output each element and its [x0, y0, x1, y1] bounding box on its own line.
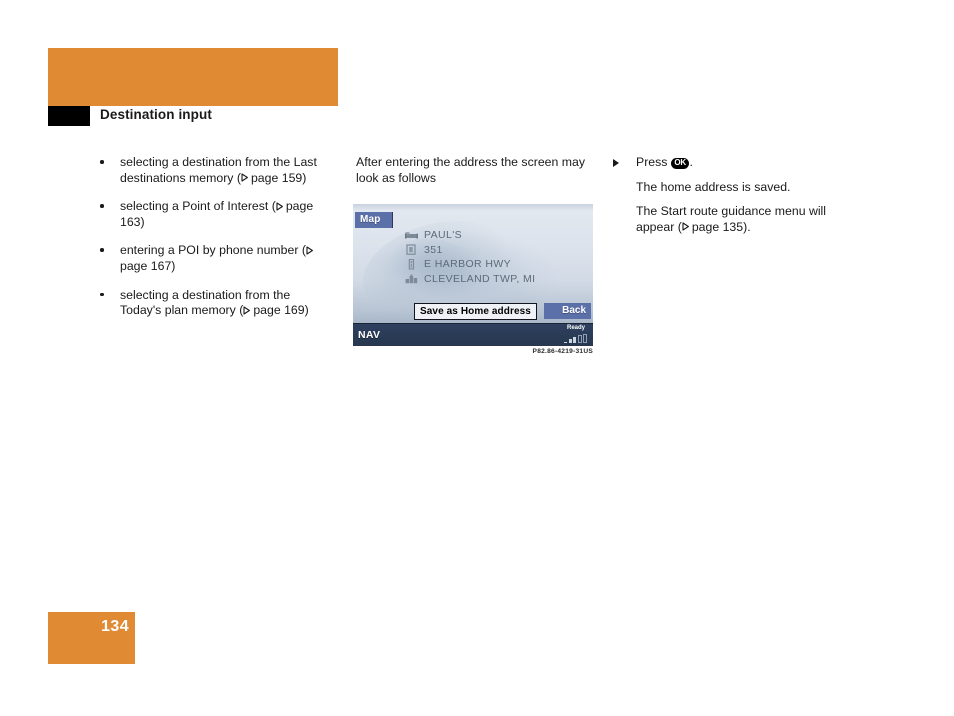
- address-row-name: PAUL'S: [405, 228, 585, 242]
- figure-caption: P82.86-4219-31US: [532, 348, 593, 355]
- address-row-number: 351: [405, 243, 585, 257]
- page-ref-link[interactable]: page 159: [251, 171, 302, 185]
- note-paragraph: The Start route guidance menu will appea…: [613, 204, 853, 235]
- signal-bar: [568, 339, 572, 343]
- left-column: selecting a destination from the Last de…: [99, 155, 329, 319]
- page-ref-arrow-icon: [241, 173, 249, 182]
- header-black-block: [48, 106, 90, 126]
- list-item: selecting a destination from the Last de…: [99, 155, 329, 186]
- intro-paragraph: After entering the address the screen ma…: [356, 155, 585, 185]
- page-ref-link[interactable]: page 169: [253, 303, 304, 317]
- page-ref-link[interactable]: page 167: [120, 259, 171, 273]
- bed-icon: [405, 230, 418, 241]
- screen-button-row: Save as Home address Back: [353, 303, 593, 320]
- page-ref-link[interactable]: page 135: [692, 220, 743, 234]
- section-title: Destination input: [100, 107, 212, 122]
- header-band: [48, 48, 338, 106]
- note-paragraph: The home address is saved.: [613, 180, 853, 196]
- note-tail: ).: [743, 219, 751, 234]
- bullet-dot: [100, 160, 104, 164]
- back-button[interactable]: Back: [544, 303, 591, 319]
- signal-bar-empty: [577, 334, 582, 343]
- screen-status-bar: NAV Ready: [353, 323, 593, 346]
- page-number: 134: [101, 618, 129, 635]
- address-row-street: E HARBOR HWY: [405, 257, 585, 271]
- page-ref-arrow-icon: [306, 246, 314, 255]
- city-icon: [405, 273, 418, 284]
- bullet-dot: [100, 248, 104, 252]
- footer-page-box: 134: [48, 612, 135, 664]
- map-tab-button[interactable]: Map: [355, 212, 393, 228]
- list-item-tail: ): [304, 303, 309, 318]
- instruction-step: Press OK.: [613, 155, 853, 171]
- page-title: Navigation*: [52, 692, 133, 708]
- nav-screen-figure: Map PAUL'S 351 E HARBOR HWY CLEVELAND TW…: [353, 204, 593, 346]
- page-ref-arrow-icon: [243, 306, 251, 315]
- house-number-icon: [405, 244, 418, 255]
- signal-strength-icon: [564, 333, 587, 343]
- signal-bar: [573, 336, 576, 343]
- signpost-icon: [405, 258, 418, 270]
- nav-mode-label: NAV: [358, 329, 381, 341]
- list-item: selecting a Point of Interest (page 163): [99, 199, 329, 230]
- signal-bar-empty: [583, 333, 587, 343]
- status-badge: Ready: [566, 325, 585, 331]
- list-item: selecting a destination from the Today's…: [99, 288, 329, 319]
- address-row-city: CLEVELAND TWP, MI: [405, 272, 585, 286]
- page-ref-arrow-icon: [276, 202, 284, 211]
- step-text-prefix: Press: [636, 155, 671, 169]
- step-text-suffix: .: [689, 155, 693, 169]
- bullet-dot: [100, 292, 104, 297]
- list-item-text: entering a POI by phone number (: [120, 243, 306, 258]
- note-text: The home address is saved.: [636, 179, 791, 194]
- save-as-home-address-button[interactable]: Save as Home address: [414, 303, 537, 320]
- list-item-text: selecting a Point of Interest (: [120, 199, 276, 214]
- page-ref-arrow-icon: [682, 222, 690, 231]
- right-column: Press OK. The home address is saved. The…: [613, 155, 853, 244]
- list-item-tail: ): [171, 258, 176, 273]
- step-arrow-icon: [613, 158, 619, 167]
- ok-button-key-icon[interactable]: OK: [670, 157, 690, 169]
- list-item: entering a POI by phone number (page 167…: [99, 243, 329, 274]
- list-item-tail: ): [302, 170, 307, 185]
- address-text: PAUL'S: [424, 229, 463, 241]
- signal-bar: [564, 341, 567, 343]
- address-text: E HARBOR HWY: [424, 258, 512, 270]
- list-item-tail: ): [140, 214, 145, 229]
- bullet-dot: [100, 204, 104, 208]
- address-text: CLEVELAND TWP, MI: [424, 272, 536, 285]
- address-list: PAUL'S 351 E HARBOR HWY CLEVELAND TWP, M…: [405, 228, 585, 286]
- middle-column: After entering the address the screen ma…: [356, 155, 594, 195]
- screen-body: Map PAUL'S 351 E HARBOR HWY CLEVELAND TW…: [353, 210, 593, 323]
- address-text: 351: [424, 243, 443, 256]
